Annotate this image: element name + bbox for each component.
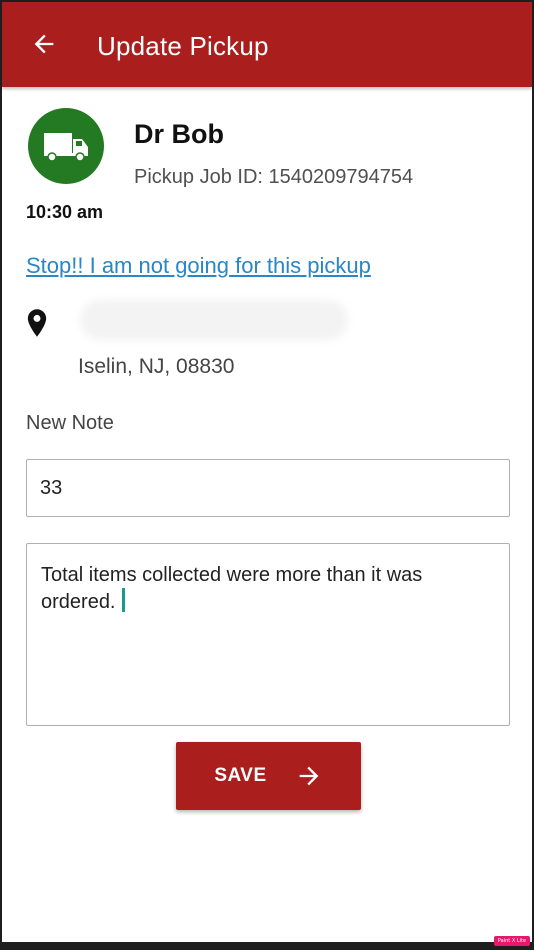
pickup-avatar: [28, 108, 104, 184]
cancel-pickup-link[interactable]: Stop!! I am not going for this pickup: [26, 252, 371, 280]
text-cursor: [121, 588, 125, 612]
back-button[interactable]: [24, 24, 64, 64]
map-pin-icon: [27, 309, 47, 337]
quantity-input[interactable]: [26, 459, 510, 517]
app-screen: Update Pickup Dr Bob Pickup Job ID: 1540…: [2, 2, 532, 942]
app-bar: Update Pickup: [2, 2, 532, 87]
note-text: Total items collected were more than it …: [41, 564, 423, 613]
arrow-right-icon: [299, 766, 319, 786]
page-title: Update Pickup: [97, 31, 269, 61]
pickup-time: 10:30 am: [26, 202, 104, 222]
watermark-badge: Paint X Lite: [494, 936, 530, 946]
arrow-left-icon: [34, 34, 54, 54]
pickup-job-id: Pickup Job ID: 1540209794754: [134, 166, 414, 188]
save-button[interactable]: SAVE: [176, 742, 361, 810]
address-city: Iselin, NJ, 08830: [78, 355, 235, 378]
save-button-label: SAVE: [214, 765, 267, 786]
new-note-label: New Note: [26, 412, 114, 434]
truck-icon: [44, 133, 88, 162]
address-line-redacted: [80, 300, 348, 340]
customer-name: Dr Bob: [134, 119, 224, 149]
note-textarea[interactable]: Total items collected were more than it …: [26, 543, 510, 726]
